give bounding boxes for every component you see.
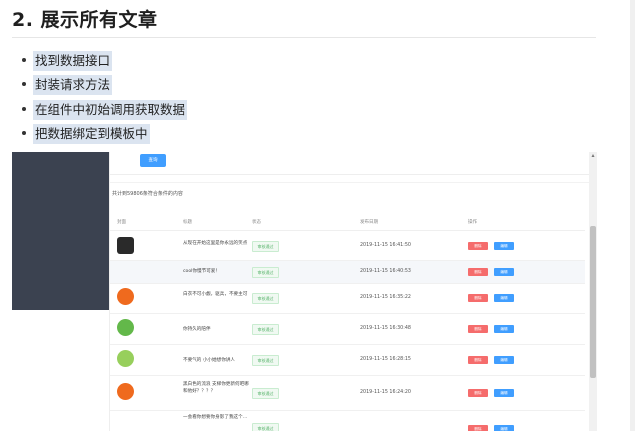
status-badge: 审核通过 bbox=[252, 355, 279, 366]
column-header-date: 发布日期 bbox=[360, 220, 378, 225]
bullet-text[interactable]: 把数据绑定到模板中 bbox=[33, 123, 150, 144]
app-main-panel: 查询 共计到59806条符合条件的内容 封面 标题 状态 发布日期 操作 从现在… bbox=[109, 152, 597, 431]
edit-button[interactable]: 编辑 bbox=[494, 242, 514, 250]
column-header-status: 状态 bbox=[252, 220, 261, 225]
article-title: 一会看你想要你身影了我这个… bbox=[183, 415, 248, 420]
section-heading: 2. 展示所有文章 bbox=[12, 9, 158, 31]
column-header-cover: 封面 bbox=[117, 220, 126, 225]
bullet-dot bbox=[22, 58, 26, 62]
column-header-title: 标题 bbox=[183, 220, 192, 225]
edit-button[interactable]: 编辑 bbox=[494, 294, 514, 302]
avatar bbox=[117, 350, 134, 367]
table-row: 你持久的陪伴 审核通过 2019-11-15 16:30:48 删除 编辑 bbox=[110, 314, 585, 345]
bullet-dot bbox=[22, 82, 26, 87]
table-row: 白衣不可小觑，驱兵，不要主可 审核通过 2019-11-15 16:35:22 … bbox=[110, 284, 585, 314]
article-title: cool你慢节可爱！ bbox=[183, 269, 220, 274]
filter-divider bbox=[110, 174, 597, 175]
status-badge: 审核通过 bbox=[252, 423, 279, 431]
delete-button[interactable]: 删除 bbox=[468, 268, 488, 276]
table-row: 黑白色的流浪 支梯你更新何吧哪和他好？？？？ 审核通过 2019-11-15 1… bbox=[110, 376, 585, 411]
publish-date: 2019-11-15 16:40:53 bbox=[360, 269, 411, 274]
bullet-text[interactable]: 找到数据接口 bbox=[33, 51, 113, 71]
scrollbar-thumb[interactable] bbox=[590, 226, 596, 378]
edit-button[interactable]: 编辑 bbox=[494, 389, 514, 397]
table-row: 一会看你想要你身影了我这个… 审核通过 删除 编辑 bbox=[110, 411, 585, 431]
delete-button[interactable]: 删除 bbox=[468, 294, 488, 302]
scroll-up-arrow-icon[interactable]: ▴ bbox=[590, 152, 596, 160]
delete-button[interactable]: 删除 bbox=[468, 242, 488, 250]
scrollbar[interactable]: ▴ bbox=[589, 152, 597, 431]
edit-button[interactable]: 编辑 bbox=[494, 425, 514, 431]
edit-button[interactable]: 编辑 bbox=[494, 356, 514, 364]
bullet-dot bbox=[22, 106, 26, 111]
article-title: 黑白色的流浪 支梯你更新何吧哪和他好？？？？ bbox=[183, 382, 249, 394]
delete-button[interactable]: 删除 bbox=[468, 389, 488, 397]
avatar bbox=[117, 383, 134, 400]
result-count: 共计到59806条符合条件的内容 bbox=[112, 191, 183, 197]
heading-divider bbox=[12, 37, 596, 38]
status-badge: 审核通过 bbox=[252, 388, 279, 399]
avatar bbox=[117, 319, 134, 336]
publish-date: 2019-11-15 16:35:22 bbox=[360, 295, 411, 300]
delete-button[interactable]: 删除 bbox=[468, 425, 488, 431]
status-badge: 审核通过 bbox=[252, 241, 279, 252]
status-badge: 审核通过 bbox=[252, 267, 279, 278]
embedded-app-screenshot: 查询 共计到59806条符合条件的内容 封面 标题 状态 发布日期 操作 从现在… bbox=[12, 152, 597, 431]
bullet-dot bbox=[22, 130, 26, 135]
delete-button[interactable]: 删除 bbox=[468, 325, 488, 333]
search-button[interactable]: 查询 bbox=[140, 154, 166, 167]
edit-button[interactable]: 编辑 bbox=[494, 325, 514, 333]
avatar bbox=[117, 237, 134, 254]
card-divider bbox=[110, 182, 597, 183]
article-title: 从现在开始这里是你永远的笑点 bbox=[183, 241, 248, 246]
column-header-actions: 操作 bbox=[468, 220, 477, 225]
edit-button[interactable]: 编辑 bbox=[494, 268, 514, 276]
table-row: cool你慢节可爱！ 审核通过 2019-11-15 16:40:53 删除 编… bbox=[110, 261, 585, 284]
delete-button[interactable]: 删除 bbox=[468, 356, 488, 364]
status-badge: 审核通过 bbox=[252, 324, 279, 335]
publish-date: 2019-11-15 16:28:15 bbox=[360, 357, 411, 362]
app-sidebar bbox=[12, 152, 109, 310]
article-title: 白衣不可小觑，驱兵，不要主可 bbox=[183, 292, 248, 297]
table-row: 从现在开始这里是你永远的笑点 审核通过 2019-11-15 16:41:50 … bbox=[110, 231, 585, 261]
avatar bbox=[117, 288, 134, 305]
table-row: 不要气的 小小她想你讲人 审核通过 2019-11-15 16:28:15 删除… bbox=[110, 345, 585, 376]
publish-date: 2019-11-15 16:24:20 bbox=[360, 390, 411, 395]
publish-date: 2019-11-15 16:41:50 bbox=[360, 243, 411, 248]
bullet-text[interactable]: 封装请求方法 bbox=[33, 75, 113, 96]
article-title: 你持久的陪伴 bbox=[183, 327, 211, 332]
status-badge: 审核通过 bbox=[252, 293, 279, 304]
bullet-text[interactable]: 在组件中初始调用获取数据 bbox=[33, 99, 188, 120]
window-scrollbar[interactable] bbox=[630, 0, 635, 431]
publish-date: 2019-11-15 16:30:48 bbox=[360, 326, 411, 331]
